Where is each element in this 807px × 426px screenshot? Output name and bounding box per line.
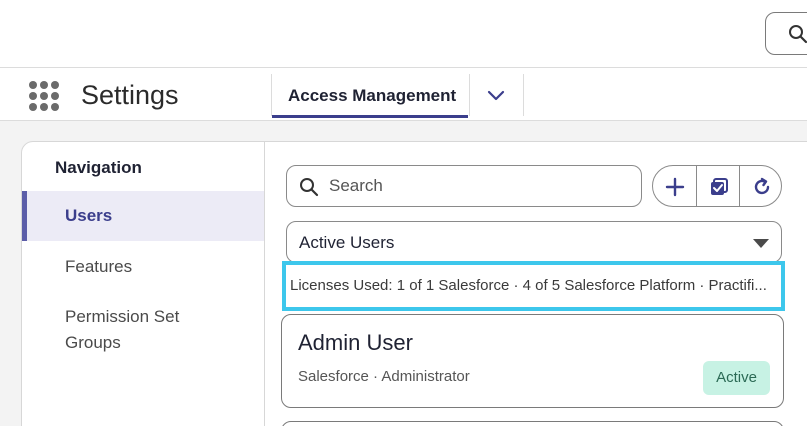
plus-icon bbox=[665, 177, 685, 197]
search-icon bbox=[299, 177, 319, 202]
refresh-button[interactable] bbox=[739, 166, 781, 206]
search-input[interactable] bbox=[329, 174, 629, 198]
chevron-down-icon bbox=[487, 90, 505, 101]
waffle-icon[interactable] bbox=[29, 81, 59, 111]
tab-label: Access Management bbox=[288, 86, 457, 105]
add-user-button[interactable] bbox=[653, 166, 696, 206]
list-view-select[interactable]: Active Users bbox=[286, 221, 782, 263]
tab-active-indicator bbox=[272, 115, 468, 118]
navigation-heading: Navigation bbox=[55, 158, 142, 177]
nav-item-features[interactable]: Features bbox=[22, 252, 264, 282]
user-search-box[interactable] bbox=[286, 165, 642, 207]
user-card[interactable] bbox=[281, 421, 784, 426]
caret-down-icon bbox=[753, 239, 769, 248]
nav-item-label: Users bbox=[65, 206, 113, 225]
licenses-text: Licenses Used: 1 of 1 Salesforce · 4 of … bbox=[290, 277, 767, 294]
licenses-summary: Licenses Used: 1 of 1 Salesforce · 4 of … bbox=[282, 261, 785, 311]
user-card[interactable]: Admin User Salesforce · Administrator Ac… bbox=[281, 314, 784, 408]
navigation-panel: Navigation Users Features Permission Set… bbox=[22, 142, 265, 426]
tab-overflow-button[interactable] bbox=[470, 74, 522, 116]
tab-divider bbox=[523, 74, 524, 116]
global-search-button[interactable] bbox=[765, 12, 807, 55]
nav-active-indicator bbox=[22, 191, 27, 241]
tab-access-management[interactable]: Access Management bbox=[272, 74, 468, 118]
nav-item-users[interactable]: Users bbox=[22, 191, 264, 241]
select-users-button[interactable] bbox=[696, 166, 739, 206]
nav-item-permission-set-groups[interactable]: Permission Set Groups bbox=[22, 302, 264, 362]
global-header bbox=[0, 0, 807, 68]
list-view-value: Active Users bbox=[299, 233, 395, 252]
search-icon bbox=[788, 24, 807, 49]
action-button-group bbox=[652, 165, 782, 207]
nav-item-label: Features bbox=[65, 257, 133, 276]
app-bar: Settings Access Management bbox=[0, 68, 807, 121]
nav-item-label: Permission Set Groups bbox=[65, 307, 180, 352]
refresh-icon bbox=[754, 177, 770, 195]
user-name: Admin User bbox=[298, 330, 413, 355]
user-meta: Salesforce · Administrator bbox=[298, 368, 470, 385]
checkbox-icon bbox=[711, 178, 728, 195]
app-title: Settings bbox=[81, 80, 179, 110]
status-badge: Active bbox=[703, 361, 770, 395]
status-badge-label: Active bbox=[716, 369, 757, 386]
